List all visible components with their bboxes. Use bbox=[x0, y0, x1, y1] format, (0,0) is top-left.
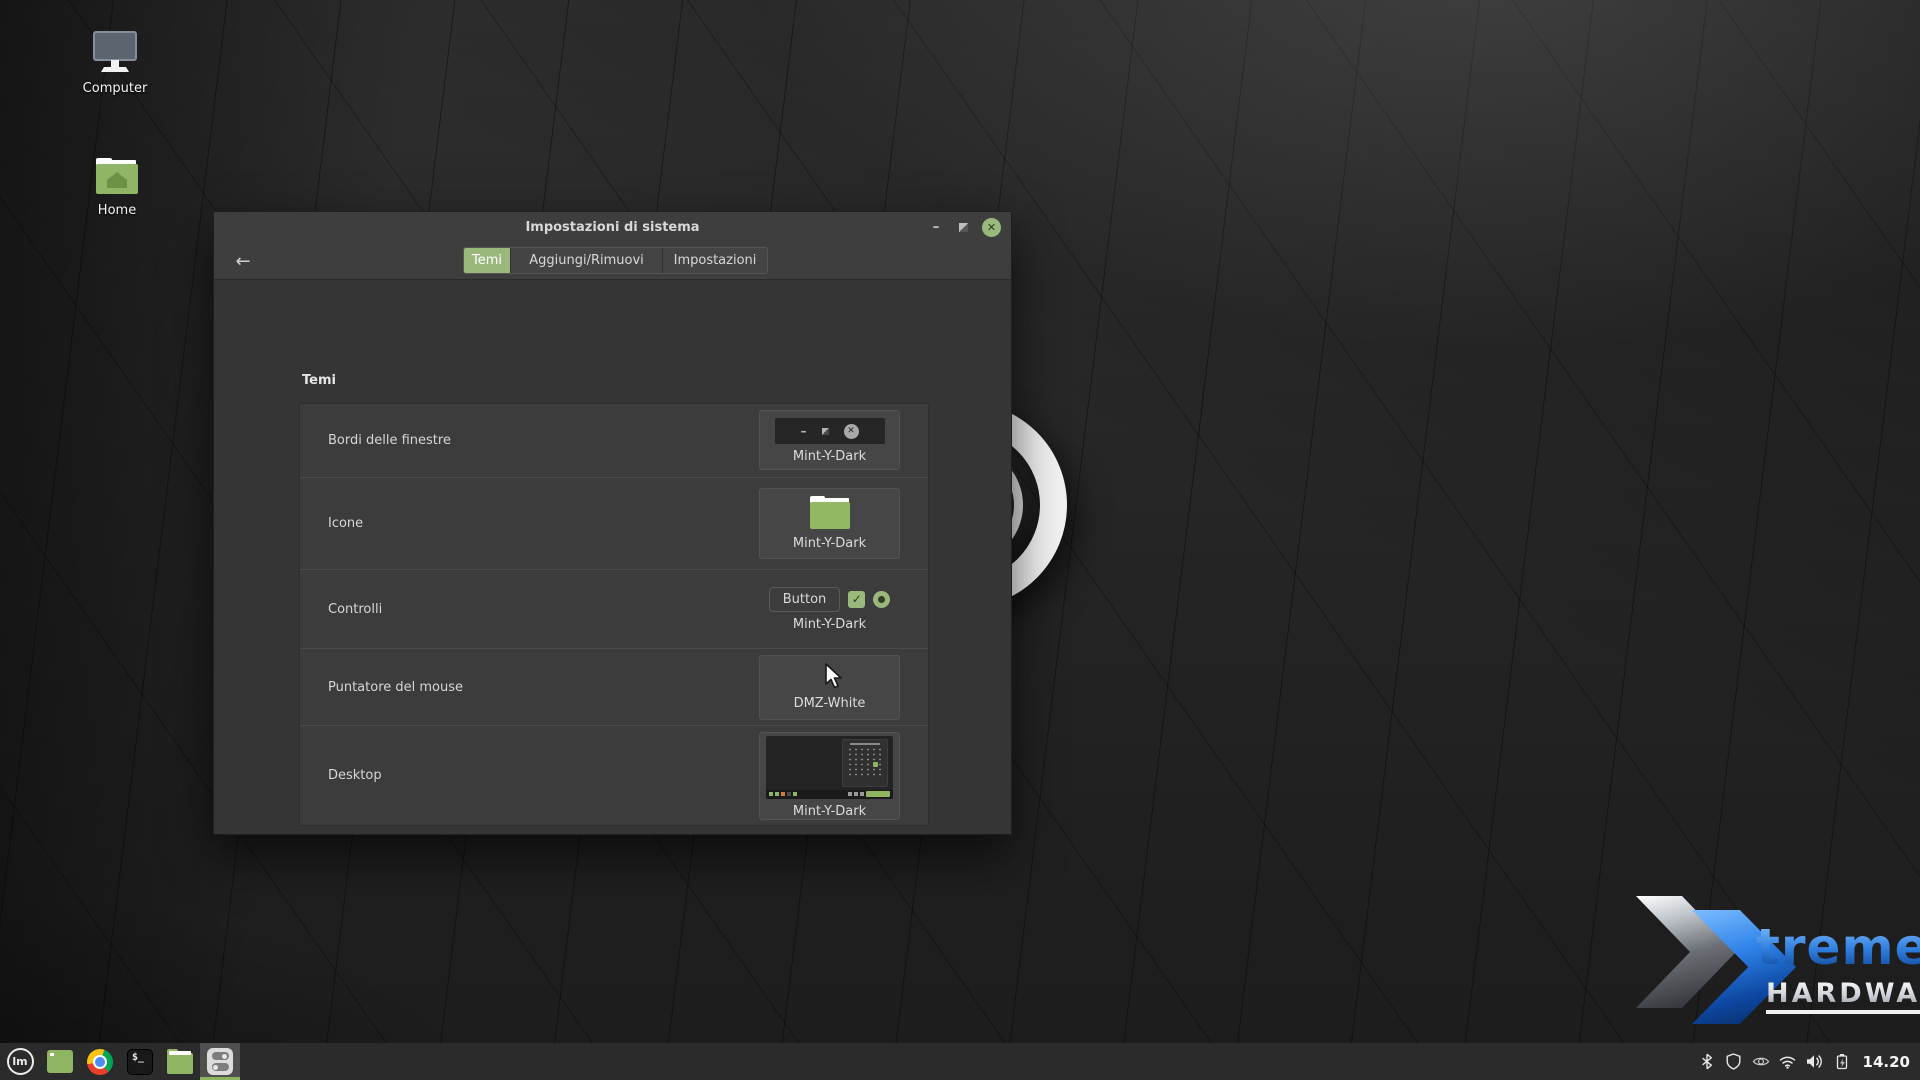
system-settings-window: Impostazioni di sistema – ✕ ← Temi Aggiu… bbox=[213, 211, 1012, 835]
system-tray: 14.20 bbox=[1698, 1053, 1920, 1071]
tab-bar: Temi Aggiungi/Rimuovi Impostazioni bbox=[463, 247, 768, 274]
preview-close-icon: ✕ bbox=[844, 424, 859, 439]
firewall-shield-icon[interactable] bbox=[1725, 1053, 1743, 1071]
desktop-icon-home[interactable]: Home bbox=[52, 158, 182, 218]
back-button[interactable]: ← bbox=[230, 248, 256, 274]
window-buttons-preview: – ✕ bbox=[775, 418, 885, 444]
taskbar-item-files[interactable] bbox=[160, 1043, 200, 1080]
preview-radio bbox=[873, 591, 890, 608]
wifi-icon[interactable] bbox=[1779, 1053, 1797, 1071]
volume-icon[interactable] bbox=[1806, 1053, 1824, 1071]
settings-content: Temi Bordi delle finestre – ✕ Mint-Y-Dar… bbox=[214, 280, 1011, 834]
settings-toggles-icon bbox=[207, 1048, 233, 1075]
row-controls: Controlli Button ✓ Mint-Y-Dark bbox=[300, 570, 928, 649]
section-title: Temi bbox=[302, 373, 336, 388]
green-folder-icon bbox=[808, 495, 852, 531]
nvidia-icon[interactable] bbox=[1752, 1053, 1770, 1071]
preview-button: Button bbox=[769, 587, 841, 612]
row-label: Controlli bbox=[300, 602, 382, 617]
row-desktop: Desktop bbox=[300, 726, 928, 825]
window-title: Impostazioni di sistema bbox=[525, 220, 699, 235]
theme-value: Mint-Y-Dark bbox=[793, 804, 866, 819]
row-icons: Icone Mint-Y-Dark bbox=[300, 478, 928, 571]
maximize-button[interactable] bbox=[959, 223, 968, 232]
theme-value: Mint-Y-Dark bbox=[793, 617, 866, 632]
themes-list: Bordi delle finestre – ✕ Mint-Y-Dark Ico… bbox=[299, 403, 929, 826]
mint-menu-button[interactable]: lm bbox=[0, 1043, 40, 1080]
mint-logo-icon: lm bbox=[7, 1048, 34, 1075]
taskbar-clock[interactable]: 14.20 bbox=[1863, 1053, 1910, 1071]
row-label: Puntatore del mouse bbox=[300, 680, 463, 695]
taskbar: lm $_ 14.20 bbox=[0, 1043, 1920, 1080]
file-manager-icon bbox=[167, 1053, 193, 1074]
theme-value: Mint-Y-Dark bbox=[793, 536, 866, 551]
row-mouse-pointer: Puntatore del mouse DMZ-White bbox=[300, 649, 928, 727]
desktop-icon-label: Computer bbox=[83, 81, 148, 96]
home-folder-icon bbox=[94, 158, 140, 196]
mouse-cursor-icon bbox=[824, 663, 844, 691]
desktop-icon-computer[interactable]: Computer bbox=[50, 30, 180, 96]
desktop-theme-picker[interactable]: Mint-Y-Dark bbox=[759, 732, 900, 820]
taskbar-item-window-app[interactable] bbox=[40, 1043, 80, 1080]
taskbar-item-chrome[interactable] bbox=[80, 1043, 120, 1080]
row-label: Icone bbox=[300, 516, 363, 531]
pointer-theme-picker[interactable]: DMZ-White bbox=[759, 655, 900, 720]
close-button[interactable]: ✕ bbox=[982, 218, 1001, 237]
taskbar-item-terminal[interactable]: $_ bbox=[120, 1043, 160, 1080]
row-label: Desktop bbox=[300, 768, 382, 783]
theme-value: Mint-Y-Dark bbox=[793, 449, 866, 464]
tab-impostazioni[interactable]: Impostazioni bbox=[663, 248, 767, 273]
window-toolbar: ← Temi Aggiungi/Rimuovi Impostazioni bbox=[214, 242, 1011, 280]
taskbar-item-settings-active[interactable] bbox=[200, 1043, 240, 1080]
preview-maximize-icon bbox=[822, 428, 829, 435]
logo-underline bbox=[1766, 1010, 1920, 1014]
minimize-button[interactable]: – bbox=[927, 219, 945, 235]
bluetooth-icon[interactable] bbox=[1698, 1053, 1716, 1071]
logo-hardware-text: HARDWARE bbox=[1766, 978, 1920, 1009]
icons-theme-picker[interactable]: Mint-Y-Dark bbox=[759, 488, 900, 559]
controls-theme-picker[interactable]: Button ✓ Mint-Y-Dark bbox=[759, 587, 900, 632]
desktop-icon-label: Home bbox=[98, 203, 136, 218]
battery-power-icon[interactable] bbox=[1833, 1053, 1851, 1071]
desktop-theme-preview bbox=[766, 736, 893, 799]
terminal-icon: $_ bbox=[127, 1049, 153, 1075]
window-borders-theme-picker[interactable]: – ✕ Mint-Y-Dark bbox=[759, 410, 900, 470]
computer-monitor-icon bbox=[91, 30, 139, 74]
preview-calendar bbox=[842, 739, 888, 787]
window-titlebar[interactable]: Impostazioni di sistema – ✕ bbox=[214, 212, 1011, 242]
logo-treme-text: treme bbox=[1756, 918, 1920, 976]
row-label: Bordi delle finestre bbox=[300, 433, 451, 448]
chrome-icon bbox=[87, 1049, 113, 1075]
tab-temi[interactable]: Temi bbox=[464, 248, 511, 273]
preview-minimize-icon: – bbox=[801, 424, 807, 438]
green-window-icon bbox=[47, 1050, 73, 1073]
theme-value: DMZ-White bbox=[794, 696, 866, 711]
preview-taskbar bbox=[766, 790, 893, 799]
xtreme-hardware-watermark: treme HARDWARE bbox=[1630, 896, 1910, 1026]
tab-aggiungi-rimuovi[interactable]: Aggiungi/Rimuovi bbox=[511, 248, 663, 273]
preview-checkbox: ✓ bbox=[848, 591, 865, 608]
row-window-borders: Bordi delle finestre – ✕ Mint-Y-Dark bbox=[300, 404, 928, 478]
